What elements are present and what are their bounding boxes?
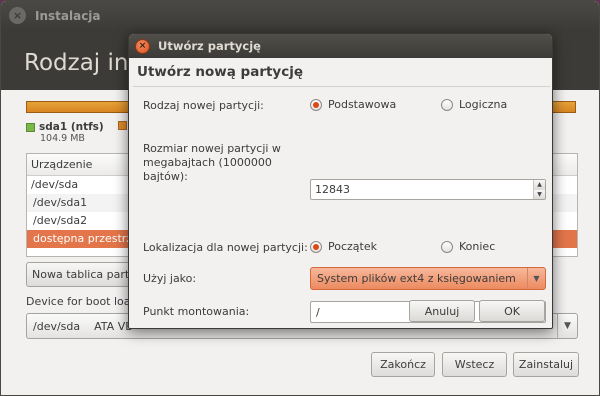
radio-logical-label: Logiczna — [459, 98, 508, 111]
size-spinbutton[interactable]: 12843 ▲ ▼ — [310, 179, 546, 200]
window-title: Instalacja — [35, 8, 101, 23]
dialog-title: Utwórz partycję — [158, 39, 261, 53]
dialog-titlebar: × Utwórz partycję — [129, 34, 552, 58]
legend-size: 104.9 MB — [40, 133, 85, 144]
boot-device-name: ATA VB — [94, 319, 133, 333]
close-icon[interactable]: × — [135, 38, 150, 54]
size-value[interactable]: 12843 — [315, 183, 350, 196]
installer-titlebar: × Instalacja — [1, 1, 599, 30]
create-partition-dialog: × Utwórz partycję Utwórz nową partycję R… — [128, 33, 553, 329]
legend-name: sda1 (ntfs) — [39, 121, 104, 133]
mount-point-label: Punkt montowania: — [143, 305, 250, 318]
use-as-select[interactable]: System plików ext4 z księgowaniem ▼ — [310, 267, 546, 290]
size-label-line: bajtów): — [143, 170, 188, 183]
radio-begin[interactable]: Początek — [310, 240, 377, 253]
close-icon[interactable]: × — [9, 7, 26, 24]
chevron-down-icon[interactable]: ▼ — [527, 268, 545, 289]
use-as-label: Użyj jako: — [143, 272, 197, 285]
radio-selected-icon[interactable] — [310, 98, 322, 111]
radio-end[interactable]: Koniec — [441, 240, 495, 253]
legend-swatch — [117, 121, 127, 130]
partition-legend: sda1 (ntfs) 104.9 MB — [26, 121, 132, 144]
radio-primary[interactable]: Podstawowa — [310, 98, 396, 111]
spin-up-icon[interactable]: ▲ — [534, 180, 545, 190]
location-label: Lokalizacja dla nowej partycji: — [143, 241, 308, 254]
install-button[interactable]: Zainstaluj — [513, 352, 579, 377]
radio-end-label: Koniec — [459, 240, 496, 253]
boot-loader-label: Device for boot load — [26, 295, 138, 308]
dialog-body: Rodzaj nowej partycji: Podstawowa Logicz… — [133, 86, 550, 326]
radio-begin-label: Początek — [328, 240, 377, 253]
spin-buttons[interactable]: ▲ ▼ — [533, 180, 545, 199]
size-label-line: megabajtach (1000000 — [143, 156, 272, 169]
radio-icon[interactable] — [441, 98, 453, 111]
mount-point-input[interactable]: / — [316, 306, 320, 319]
ok-button[interactable]: OK — [479, 300, 545, 322]
legend-swatch — [26, 122, 35, 132]
radio-logical[interactable]: Logiczna — [441, 98, 507, 111]
size-label-line: Rozmiar nowej partycji w — [143, 142, 281, 155]
quit-button[interactable]: Zakończ — [371, 352, 435, 377]
dialog-heading: Utwórz nową partycję — [137, 64, 304, 80]
use-as-value: System plików ext4 z księgowaniem — [317, 272, 516, 285]
back-button[interactable]: Wstecz — [442, 352, 507, 377]
spin-down-icon[interactable]: ▼ — [534, 189, 545, 199]
partition-type-label: Rodzaj nowej partycji: — [143, 99, 264, 112]
radio-icon[interactable] — [441, 240, 453, 253]
radio-primary-label: Podstawowa — [328, 98, 397, 111]
boot-device: /dev/sda — [33, 319, 81, 333]
chevron-down-icon[interactable]: ▼ — [557, 314, 577, 338]
size-label: Rozmiar nowej partycji w megabajtach (10… — [143, 142, 281, 184]
legend-item: sda1 (ntfs) 104.9 MB — [26, 121, 104, 144]
radio-selected-icon[interactable] — [310, 240, 322, 253]
cancel-button[interactable]: Anuluj — [409, 300, 475, 322]
